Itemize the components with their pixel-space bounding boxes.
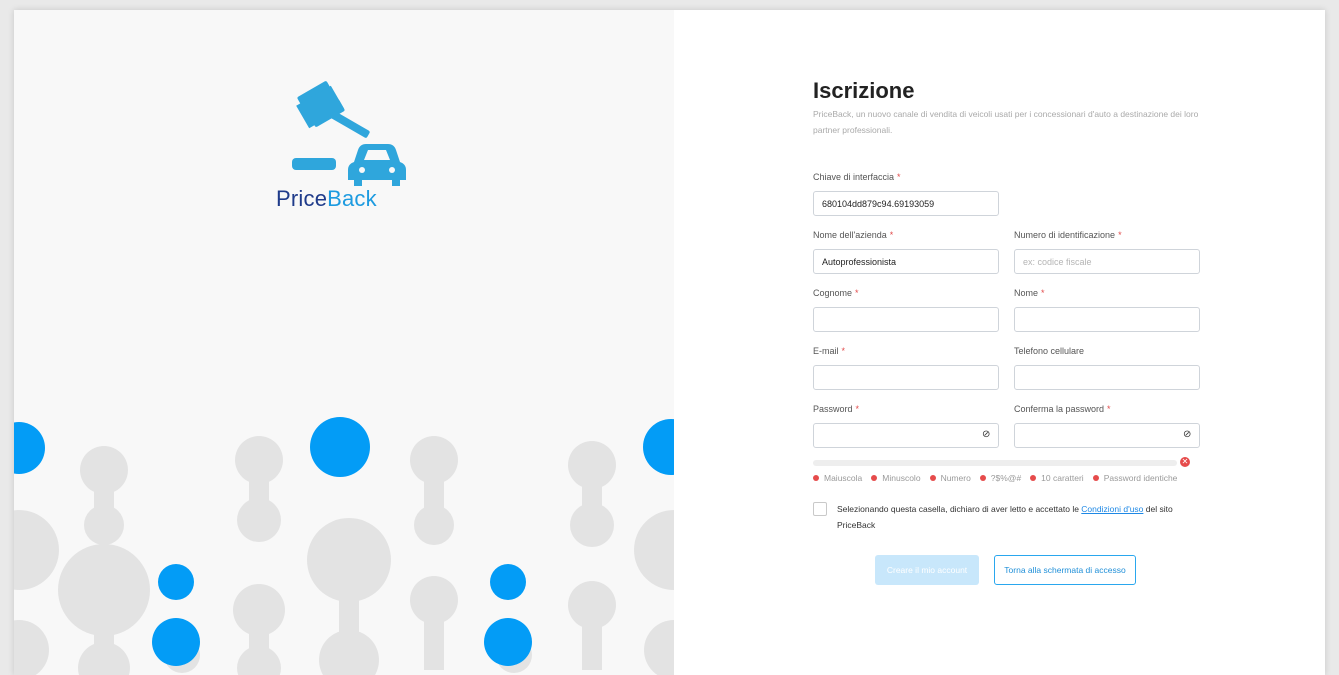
mobile-input[interactable] [1014,365,1200,390]
password-input[interactable] [813,423,999,448]
company-name-label: Nome dell'azienda * [813,230,894,240]
password-rule: 10 caratteri [1030,473,1084,483]
app-frame: PriceBack Iscrizione PriceBack, un nuovo… [14,10,1325,675]
toggle-password-visibility-icon[interactable]: ⊘ [982,429,990,440]
rule-status-dot-icon [1030,475,1037,481]
interface-key-label: Chiave di interfaccia * [813,172,901,182]
mobile-label: Telefono cellulare [1014,346,1085,356]
decorative-dot-pattern [14,417,674,675]
rule-status-dot-icon [813,475,819,481]
last-name-label: Cognome * [813,288,859,298]
first-name-input[interactable] [1014,307,1200,332]
password-strength-bar [813,460,1177,466]
password-rules: Maiuscola Minuscolo Numero ?$%@# 10 cara… [813,473,1186,483]
email-input[interactable] [813,365,999,390]
brand-name: PriceBack [276,186,377,211]
terms-checkbox[interactable] [813,502,827,516]
email-label: E-mail * [813,346,846,356]
back-to-login-button[interactable]: Torna alla schermata di accesso [994,555,1136,585]
confirm-password-input[interactable] [1014,423,1200,448]
toggle-confirm-password-visibility-icon[interactable]: ⊘ [1183,429,1191,440]
id-number-input[interactable] [1014,249,1200,274]
password-label: Password * [813,404,860,414]
password-rule: ?$%@# [979,473,1021,483]
rule-status-dot-icon [979,475,986,481]
last-name-input[interactable] [813,307,999,332]
password-rule: Maiuscola [813,473,862,483]
password-rule: Password identiche [1092,473,1177,483]
terms-text: Selezionando questa casella, dichiaro di… [837,504,1173,530]
password-rule: Numero [929,473,971,483]
confirm-password-label: Conferma la password * [1014,404,1111,414]
company-name-input[interactable] [813,249,999,274]
password-invalid-icon: ✕ [1180,457,1190,467]
create-account-button[interactable]: Creare il mio account [875,555,979,585]
first-name-label: Nome * [1014,288,1045,298]
page-title: Iscrizione [813,78,915,103]
rule-status-dot-icon [929,475,936,481]
interface-key-input[interactable] [813,191,999,216]
rule-status-dot-icon [871,475,878,481]
terms-link[interactable]: Condizioni d'uso [1081,504,1143,514]
signup-panel: Iscrizione PriceBack, un nuovo canale di… [674,10,1325,675]
rule-status-dot-icon [1092,475,1099,481]
id-number-label: Numero di identificazione * [1014,230,1122,240]
page-subtitle: PriceBack, un nuovo canale di vendita di… [813,109,1199,135]
brand-panel: PriceBack [14,10,674,675]
password-rule: Minuscolo [871,473,921,483]
